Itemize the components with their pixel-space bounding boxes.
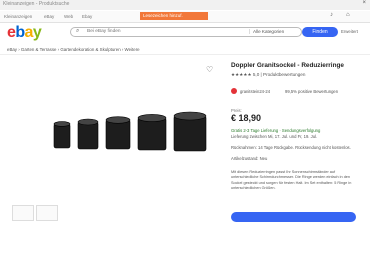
- breadcrumb[interactable]: eBay › Garten & Terrasse › Gartendekorat…: [7, 47, 140, 52]
- bookmarks-bar: Kleinanzeigen eBay Web Ebay Lesezeichen …: [0, 11, 370, 23]
- seller-avatar: [231, 88, 237, 94]
- browser-tab-title[interactable]: Kleinanzeigen - Produktsuche: [3, 1, 69, 7]
- bookmark-item[interactable]: Web: [64, 14, 73, 19]
- bookmark-item[interactable]: Kleinanzeigen: [4, 14, 32, 19]
- price: € 18,90: [231, 113, 262, 123]
- search-icon: ⌕: [76, 28, 80, 34]
- ebay-logo[interactable]: ebay: [7, 24, 42, 42]
- condition-info: Artikelzustand: Neu: [231, 156, 268, 161]
- watchlist-heart-icon[interactable]: ♡: [206, 65, 213, 74]
- search-input[interactable]: ⌕ Bei eBay finden Alle Kategorien: [70, 27, 302, 37]
- delivery-info: Lieferung zwischen Mi, 17. Jul. und Fr, …: [231, 134, 318, 139]
- product-title: Doppler Granitsockel - Reduzierringe: [231, 62, 344, 69]
- seller-name[interactable]: granitstein24-24: [240, 89, 270, 94]
- product-description: Mit diesen Reduzierringen passt Ihr Sonn…: [231, 170, 352, 191]
- logo-letter-a: a: [24, 24, 34, 41]
- bell-icon[interactable]: ♪: [330, 12, 333, 18]
- close-icon[interactable]: ×: [362, 0, 366, 6]
- ring-1: [53, 121, 71, 149]
- reducer-rings-image: [53, 111, 207, 152]
- rating[interactable]: ★★★★★ 5,0 | Produktbewertungen: [231, 72, 305, 78]
- advanced-search-link[interactable]: Erweitert: [341, 29, 358, 34]
- thumbnail[interactable]: [12, 205, 34, 221]
- bookmark-highlight[interactable]: Lesezeichen hinzuf.: [140, 12, 208, 20]
- thumbnail[interactable]: [36, 205, 58, 221]
- bookmark-item[interactable]: eBay: [44, 14, 54, 19]
- cart-icon[interactable]: ⌂: [346, 12, 350, 18]
- ring-5: [173, 111, 207, 152]
- ring-2: [77, 118, 99, 150]
- browser-tab-bar: Kleinanzeigen - Produktsuche ×: [0, 0, 370, 10]
- divider: [0, 54, 370, 55]
- search-placeholder: Bei eBay finden: [87, 29, 121, 34]
- logo-letter-b: b: [15, 24, 25, 41]
- product-image[interactable]: [8, 62, 220, 188]
- ring-3: [105, 116, 131, 150]
- search-button[interactable]: Finden: [302, 27, 338, 37]
- buy-now-button[interactable]: [231, 212, 356, 222]
- logo-letter-y: y: [32, 24, 42, 41]
- category-select[interactable]: Alle Kategorien: [249, 29, 284, 34]
- seller-feedback[interactable]: 99,5% positive Bewertungen: [285, 89, 338, 94]
- bookmark-item[interactable]: Ebay: [82, 14, 92, 19]
- ring-4: [137, 114, 167, 151]
- returns-info: Rücknahmen: 14 Tage Rückgabe. Rücksendun…: [231, 145, 351, 150]
- shipping-info: Gratis 2-3 Tage Lieferung · Sendungsverf…: [231, 128, 321, 133]
